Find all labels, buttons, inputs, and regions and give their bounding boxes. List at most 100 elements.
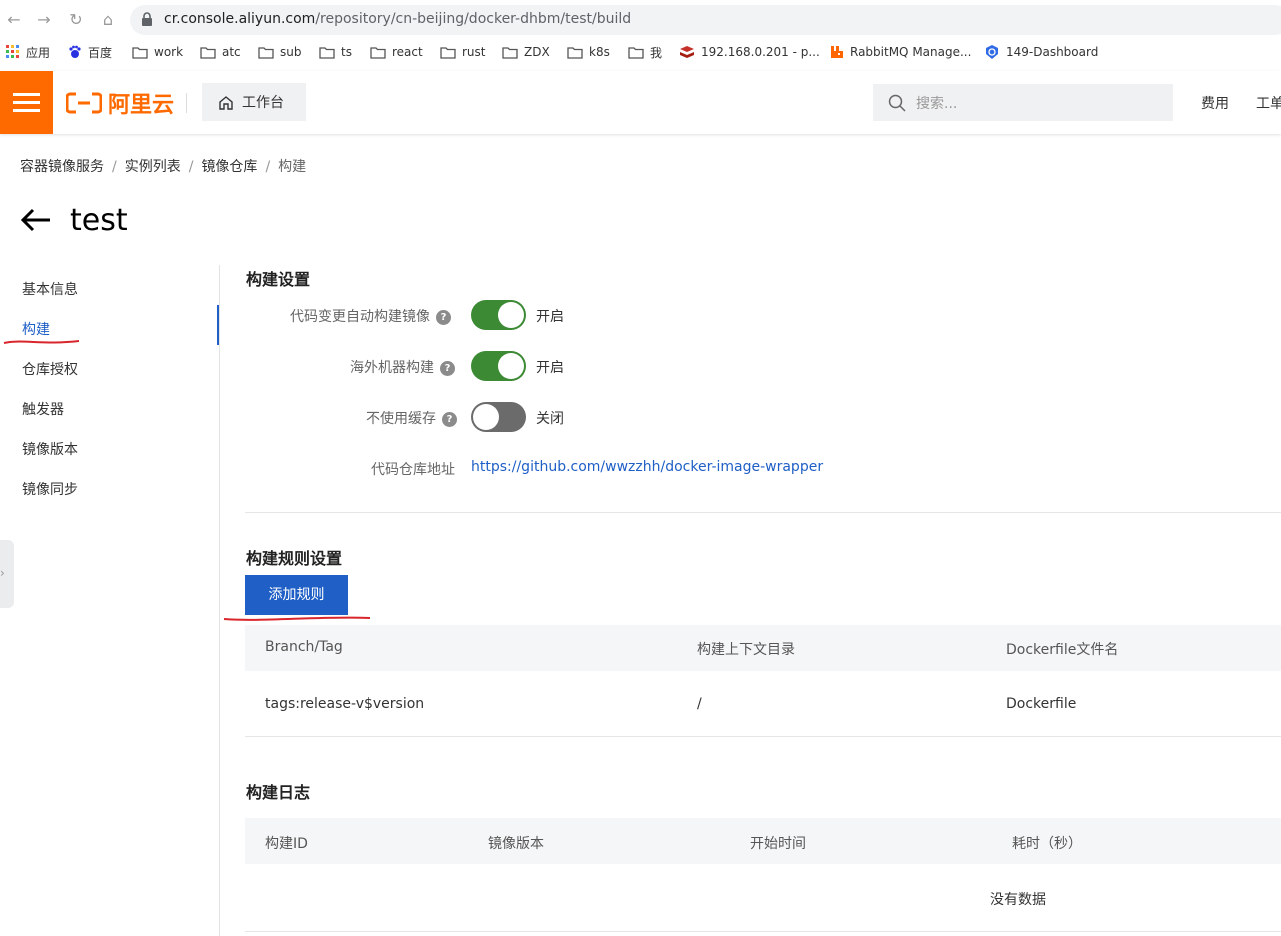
- kubernetes-icon: [986, 45, 998, 59]
- no-cache-toggle[interactable]: [471, 402, 526, 432]
- auto-build-state: 开启: [536, 309, 564, 325]
- folder-icon: [502, 46, 518, 59]
- breadcrumb-current: 构建: [278, 159, 307, 175]
- sidebar-item-image-sync[interactable]: 镜像同步: [22, 479, 78, 499]
- sidebar-collapse-handle[interactable]: ›: [0, 540, 14, 608]
- search-input[interactable]: 搜索...: [873, 84, 1173, 121]
- branch-tag-cell: tags:release-v$version: [265, 696, 425, 712]
- overseas-build-label: 海外机器构建?: [350, 357, 455, 377]
- home-icon: [219, 95, 233, 110]
- forward-icon[interactable]: →: [34, 10, 54, 30]
- folder-icon: [370, 46, 386, 59]
- empty-text: 没有数据: [990, 892, 1046, 908]
- context-dir-cell: /: [697, 696, 702, 712]
- folder-icon: [628, 46, 644, 59]
- page-header: test: [20, 200, 128, 240]
- bookmark-k8s[interactable]: k8s: [567, 43, 610, 61]
- folder-icon: [567, 46, 583, 59]
- bookmark-work[interactable]: work: [132, 43, 183, 61]
- workbench-button[interactable]: 工作台: [202, 83, 306, 121]
- back-icon[interactable]: ←: [4, 10, 24, 30]
- url-text: cr.console.aliyun.com/repository/cn-beij…: [164, 11, 632, 27]
- home-icon[interactable]: ⌂: [98, 10, 118, 30]
- no-cache-label: 不使用缓存?: [366, 408, 457, 428]
- reload-icon[interactable]: ↻: [66, 10, 86, 30]
- bookmark-ts[interactable]: ts: [319, 43, 352, 61]
- header-link-ticket[interactable]: 工单: [1256, 93, 1281, 113]
- lock-icon: [142, 12, 152, 26]
- bookmark-dashboard[interactable]: 149-Dashboard: [984, 43, 1098, 61]
- repo-url-link[interactable]: https://github.com/wwzzhh/docker-image-w…: [471, 459, 823, 475]
- empty-row: 没有数据: [245, 864, 1281, 932]
- console-topbar: 阿里云 工作台 搜索... 费用 工单: [0, 71, 1281, 134]
- build-rules-title: 构建规则设置: [246, 549, 343, 568]
- column-header: 镜像版本: [488, 836, 544, 852]
- rabbitmq-icon: [831, 46, 843, 58]
- column-header: 开始时间: [750, 836, 806, 852]
- divider: [186, 93, 187, 113]
- dockerfile-cell: Dockerfile: [1006, 696, 1077, 712]
- help-icon[interactable]: ?: [440, 361, 455, 376]
- aliyun-logo-icon: [66, 92, 102, 114]
- bookmark-me[interactable]: 我: [628, 43, 662, 61]
- table-row: tags:release-v$version / Dockerfile: [245, 671, 1281, 737]
- hamburger-menu-button[interactable]: [0, 71, 53, 134]
- breadcrumb-item[interactable]: 镜像仓库: [201, 159, 257, 175]
- build-settings-title: 构建设置: [246, 270, 311, 289]
- breadcrumb-item[interactable]: 实例列表: [125, 159, 181, 175]
- bookmark-rabbitmq[interactable]: RabbitMQ Manage...: [830, 43, 971, 61]
- column-header: Dockerfile文件名: [1006, 642, 1119, 658]
- page-title: test: [70, 202, 128, 238]
- redis-icon: [680, 46, 694, 58]
- back-arrow-icon[interactable]: [20, 208, 52, 232]
- folder-icon: [132, 46, 148, 59]
- bookmark-react[interactable]: react: [370, 43, 423, 61]
- bookmark-rust[interactable]: rust: [440, 43, 486, 61]
- chevron-right-icon: ›: [0, 566, 5, 580]
- breadcrumb-item[interactable]: 容器镜像服务: [20, 159, 104, 175]
- overseas-build-toggle[interactable]: [471, 351, 526, 381]
- log-table-header: 构建ID 镜像版本 开始时间 耗时（秒）: [245, 818, 1281, 864]
- overseas-build-state: 开启: [536, 360, 564, 376]
- bookmark-redis[interactable]: 192.168.0.201 - p...: [679, 43, 820, 61]
- rules-table-header: Branch/Tag 构建上下文目录 Dockerfile文件名: [245, 625, 1281, 671]
- sidebar-item-repo-auth[interactable]: 仓库授权: [22, 359, 78, 379]
- bookmark-apps[interactable]: 应用: [6, 43, 50, 61]
- apps-grid-icon: [6, 45, 19, 58]
- search-icon: [888, 94, 906, 112]
- folder-icon: [200, 46, 216, 59]
- breadcrumb: 容器镜像服务 / 实例列表 / 镜像仓库 / 构建: [20, 159, 307, 175]
- bookmark-sub[interactable]: sub: [258, 43, 301, 61]
- column-header: 构建上下文目录: [697, 642, 795, 658]
- help-icon[interactable]: ?: [442, 412, 457, 427]
- bookmark-zdx[interactable]: ZDX: [502, 43, 550, 61]
- bookmark-baidu[interactable]: 百度: [68, 43, 112, 61]
- sidebar-item-build[interactable]: 构建: [22, 319, 50, 339]
- column-header: 耗时（秒）: [1012, 836, 1082, 852]
- active-indicator: [217, 305, 219, 345]
- folder-icon: [319, 46, 335, 59]
- help-icon[interactable]: ?: [436, 310, 451, 325]
- sidebar-item-image-version[interactable]: 镜像版本: [22, 439, 78, 459]
- header-link-billing[interactable]: 费用: [1201, 93, 1229, 113]
- bookmark-atc[interactable]: atc: [200, 43, 241, 61]
- bookmarks-bar: 应用 百度 work atc sub ts react rust ZDX k8s…: [0, 40, 1281, 64]
- repository-sidebar: 基本信息 构建 仓库授权 触发器 镜像版本 镜像同步: [0, 265, 220, 936]
- column-header: Branch/Tag: [265, 639, 343, 655]
- baidu-paw-icon: [69, 45, 81, 58]
- auto-build-toggle[interactable]: [471, 300, 526, 330]
- folder-icon: [440, 46, 456, 59]
- build-log-title: 构建日志: [246, 783, 311, 802]
- no-cache-state: 关闭: [536, 411, 564, 427]
- browser-toolbar: ← → ↻ ⌂ cr.console.aliyun.com/repository…: [0, 0, 1281, 40]
- sidebar-item-trigger[interactable]: 触发器: [22, 399, 64, 419]
- aliyun-logo[interactable]: 阿里云: [66, 88, 174, 118]
- column-header: 构建ID: [265, 836, 308, 852]
- auto-build-label: 代码变更自动构建镜像?: [290, 306, 451, 326]
- divider: [245, 512, 1281, 513]
- sidebar-item-basic-info[interactable]: 基本信息: [22, 279, 78, 299]
- folder-icon: [258, 46, 274, 59]
- add-rule-button[interactable]: 添加规则: [245, 575, 348, 615]
- address-bar[interactable]: cr.console.aliyun.com/repository/cn-beij…: [130, 5, 1281, 35]
- repo-url-label: 代码仓库地址: [371, 462, 455, 478]
